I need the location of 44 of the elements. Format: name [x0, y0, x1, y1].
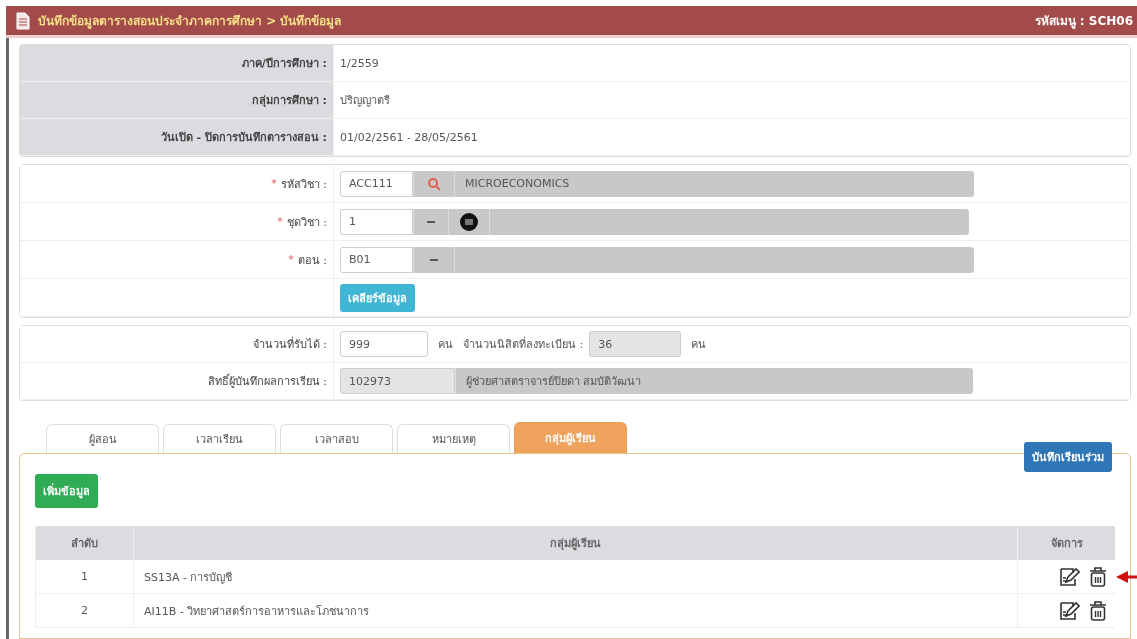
folder-icon [459, 211, 479, 232]
caret-icon [430, 258, 438, 261]
column-header: ลำดับ [35, 526, 134, 560]
trash-icon[interactable] [1088, 565, 1108, 588]
subject-code-field[interactable]: ACC111 [340, 170, 413, 197]
section-field[interactable]: B01 [340, 246, 413, 273]
field-value: 1/2559 [333, 45, 1130, 82]
search-icon [427, 176, 441, 191]
column-header: จัดการ [1017, 526, 1115, 560]
subject-name-field: MICROECONOMICS [454, 170, 974, 197]
joint-study-button[interactable]: บันทึกเรียนร่วม [1024, 442, 1112, 472]
field-label: ภาค/ปีการศึกษา : [20, 45, 333, 82]
table-cell: SS13A - การบัญชี [133, 560, 1018, 594]
search-button[interactable] [413, 170, 454, 197]
field-label: * รหัสวิชา : [20, 165, 333, 203]
subject-set-field[interactable]: 1 [340, 208, 413, 235]
capacity-field[interactable]: 999 [340, 331, 428, 357]
field-label: จำนวนที่รับได้ : [20, 326, 333, 363]
trash-icon[interactable] [1088, 599, 1108, 622]
unit-label: คน [691, 337, 707, 353]
column-header: กลุ่มผู้เรียน [133, 526, 1018, 560]
field-label: กลุ่มการศึกษา : [20, 82, 333, 119]
tab[interactable]: เวลาเรียน [163, 424, 276, 453]
field-value: 01/02/2561 - 28/05/2561 [333, 119, 1130, 156]
table-cell: 2 [35, 593, 134, 628]
tab[interactable]: หมายเหตุ [397, 424, 510, 453]
document-icon [16, 11, 30, 30]
field-value: ปริญญาตรี [333, 82, 1130, 119]
grader-name-field: ผู้ช่วยศาสตราจารย์ปิยดา สมบัติวัฒนา [455, 368, 973, 394]
grader-id-field[interactable]: 102973 [340, 368, 455, 394]
edit-icon[interactable] [1058, 565, 1080, 588]
edit-icon[interactable] [1058, 599, 1080, 622]
table-cell: 1 [35, 560, 134, 594]
tab[interactable]: ผู้สอน [46, 424, 159, 453]
caret-icon [427, 220, 435, 223]
folder-button[interactable] [448, 208, 489, 235]
menu-code: รหัสเมนู : SCH06 [1034, 13, 1133, 30]
unit-label: คน [438, 337, 453, 353]
field-label: จำนวนนิสิตที่ลงทะเบียน : [463, 335, 584, 353]
field-label: วันเปิด - ปิดการบันทึกตารางสอน : [20, 119, 333, 156]
breadcrumb-title: บันทึกข้อมูลตารางสอนประจำภาคการศึกษา > บันทึกข้อมูล [38, 13, 343, 30]
tab[interactable]: เวลาสอบ [280, 424, 393, 453]
table-cell: AI11B - วิทยาศาสตร์การอาหารและโภชนาการ [133, 593, 1018, 628]
enrolled-count-field[interactable]: 36 [589, 331, 682, 357]
